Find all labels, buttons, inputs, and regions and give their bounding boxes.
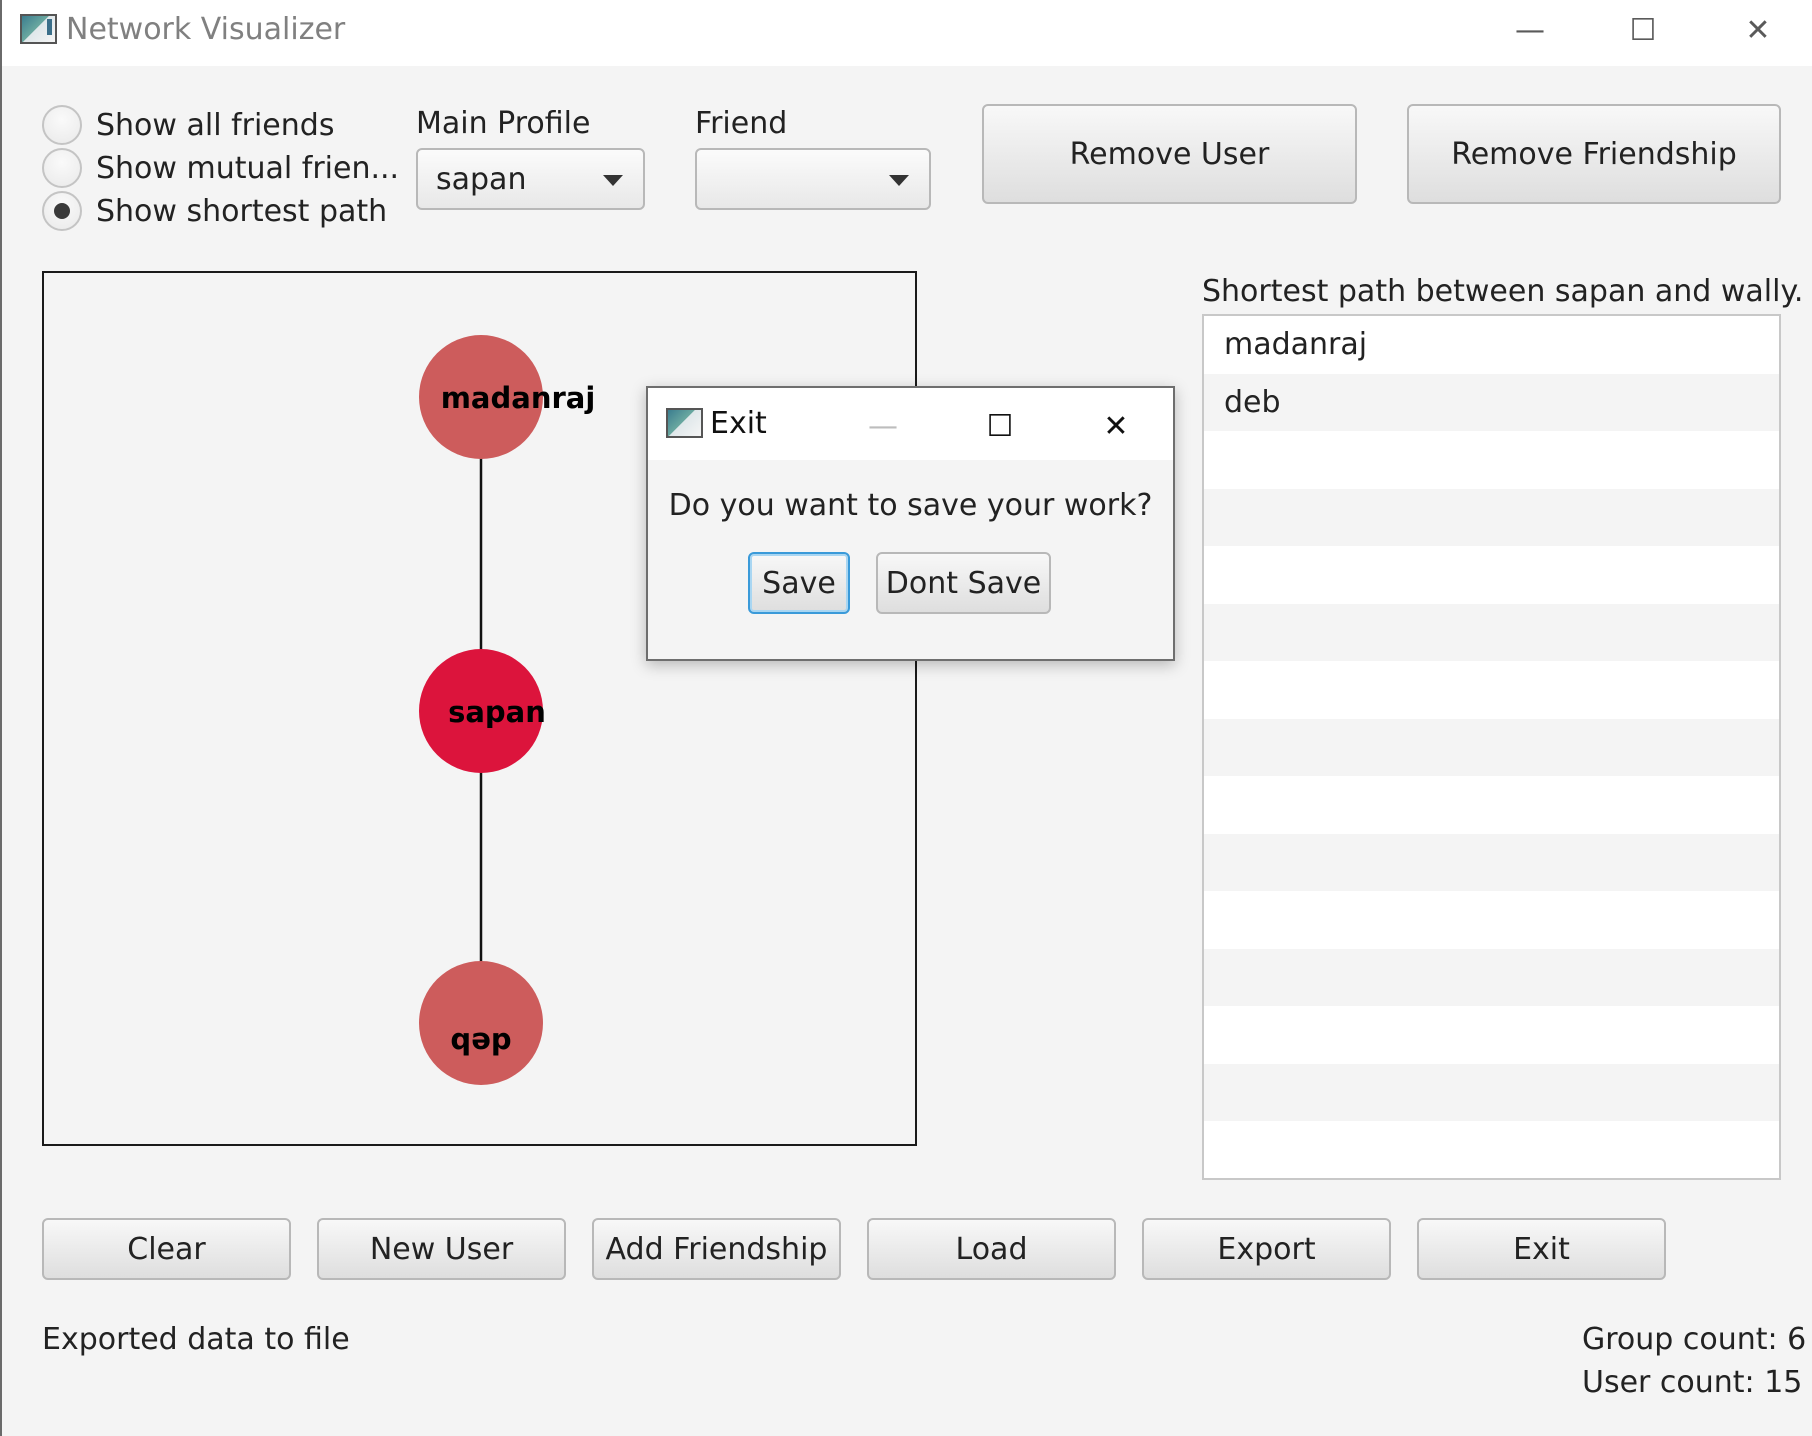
list-item[interactable] bbox=[1204, 718, 1779, 776]
user-count: User count: 15 bbox=[1582, 1365, 1803, 1400]
close-icon[interactable]: ✕ bbox=[1728, 8, 1788, 52]
export-button[interactable]: Export bbox=[1142, 1218, 1391, 1280]
radio-button[interactable] bbox=[42, 105, 82, 145]
radio-label: Show all friends bbox=[96, 107, 335, 143]
list-item[interactable] bbox=[1204, 661, 1779, 719]
main-profile-combo[interactable]: sapan bbox=[416, 148, 645, 210]
list-item[interactable] bbox=[1204, 776, 1779, 834]
node-label: sapan bbox=[448, 695, 546, 729]
radio-label: Show shortest path bbox=[96, 193, 388, 229]
load-button[interactable]: Load bbox=[867, 1218, 1116, 1280]
chevron-down-icon bbox=[889, 175, 909, 186]
list-item[interactable] bbox=[1204, 1121, 1779, 1178]
new-user-button[interactable]: New User bbox=[317, 1218, 566, 1280]
app-icon bbox=[20, 14, 57, 44]
minimize-icon: — bbox=[868, 408, 898, 444]
dialog-title: Exit bbox=[710, 406, 767, 441]
radio-show-mutual-friends[interactable]: Show mutual frien... bbox=[42, 148, 399, 188]
list-item[interactable]: deb bbox=[1204, 373, 1779, 431]
remove-friendship-button[interactable]: Remove Friendship bbox=[1407, 104, 1781, 204]
main-window: Network Visualizer — ☐ ✕ Show all friend… bbox=[0, 0, 1812, 1436]
save-button[interactable]: Save bbox=[748, 552, 850, 614]
minimize-icon[interactable]: — bbox=[1500, 8, 1560, 52]
close-icon[interactable]: ✕ bbox=[1091, 406, 1141, 446]
node-circle bbox=[419, 961, 543, 1085]
add-friendship-button[interactable]: Add Friendship bbox=[592, 1218, 841, 1280]
radio-show-all-friends[interactable]: Show all friends bbox=[42, 105, 334, 145]
main-profile-value: sapan bbox=[436, 161, 527, 197]
group-count: Group count: 6 bbox=[1582, 1322, 1807, 1357]
radio-button-selected[interactable] bbox=[42, 191, 82, 231]
main-profile-label: Main Profile bbox=[416, 106, 591, 141]
radio-show-shortest-path[interactable]: Show shortest path bbox=[42, 191, 387, 231]
clear-button[interactable]: Clear bbox=[42, 1218, 291, 1280]
node-label: madanraj bbox=[441, 381, 596, 415]
title-bar: Network Visualizer — ☐ ✕ bbox=[2, 0, 1812, 66]
list-item[interactable] bbox=[1204, 1063, 1779, 1121]
list-item[interactable] bbox=[1204, 1006, 1779, 1064]
node-sapan: sapan bbox=[419, 649, 546, 773]
app-icon bbox=[666, 408, 703, 438]
radio-button[interactable] bbox=[42, 148, 82, 188]
friend-combo[interactable] bbox=[695, 148, 931, 210]
window-title: Network Visualizer bbox=[66, 12, 346, 47]
chevron-down-icon bbox=[603, 175, 623, 186]
friend-label: Friend bbox=[695, 106, 788, 141]
exit-button[interactable]: Exit bbox=[1417, 1218, 1666, 1280]
list-item[interactable] bbox=[1204, 603, 1779, 661]
list-item[interactable]: madanraj bbox=[1204, 316, 1779, 374]
dialog-message: Do you want to save your work? bbox=[668, 488, 1153, 523]
radio-label: Show mutual frien... bbox=[96, 150, 400, 186]
list-item[interactable] bbox=[1204, 546, 1779, 604]
list-item[interactable] bbox=[1204, 948, 1779, 1006]
node-madanraj: madanraj bbox=[419, 335, 595, 459]
list-item[interactable] bbox=[1204, 431, 1779, 489]
maximize-icon[interactable]: ☐ bbox=[1613, 8, 1673, 52]
node-deb: deb bbox=[419, 961, 543, 1085]
maximize-icon[interactable]: ☐ bbox=[975, 406, 1025, 446]
dialog-title-bar: Exit — ☐ ✕ bbox=[648, 388, 1173, 460]
exit-dialog: Exit — ☐ ✕ Do you want to save your work… bbox=[646, 386, 1175, 661]
list-item[interactable] bbox=[1204, 833, 1779, 891]
path-list-title: Shortest path between sapan and wally. bbox=[1202, 274, 1804, 309]
status-message: Exported data to file bbox=[42, 1322, 350, 1357]
list-item[interactable] bbox=[1204, 891, 1779, 949]
dont-save-button[interactable]: Dont Save bbox=[876, 552, 1051, 614]
node-label: deb bbox=[450, 1026, 511, 1060]
list-item[interactable] bbox=[1204, 488, 1779, 546]
path-list[interactable]: madanraj deb bbox=[1202, 314, 1781, 1180]
remove-user-button[interactable]: Remove User bbox=[982, 104, 1357, 204]
